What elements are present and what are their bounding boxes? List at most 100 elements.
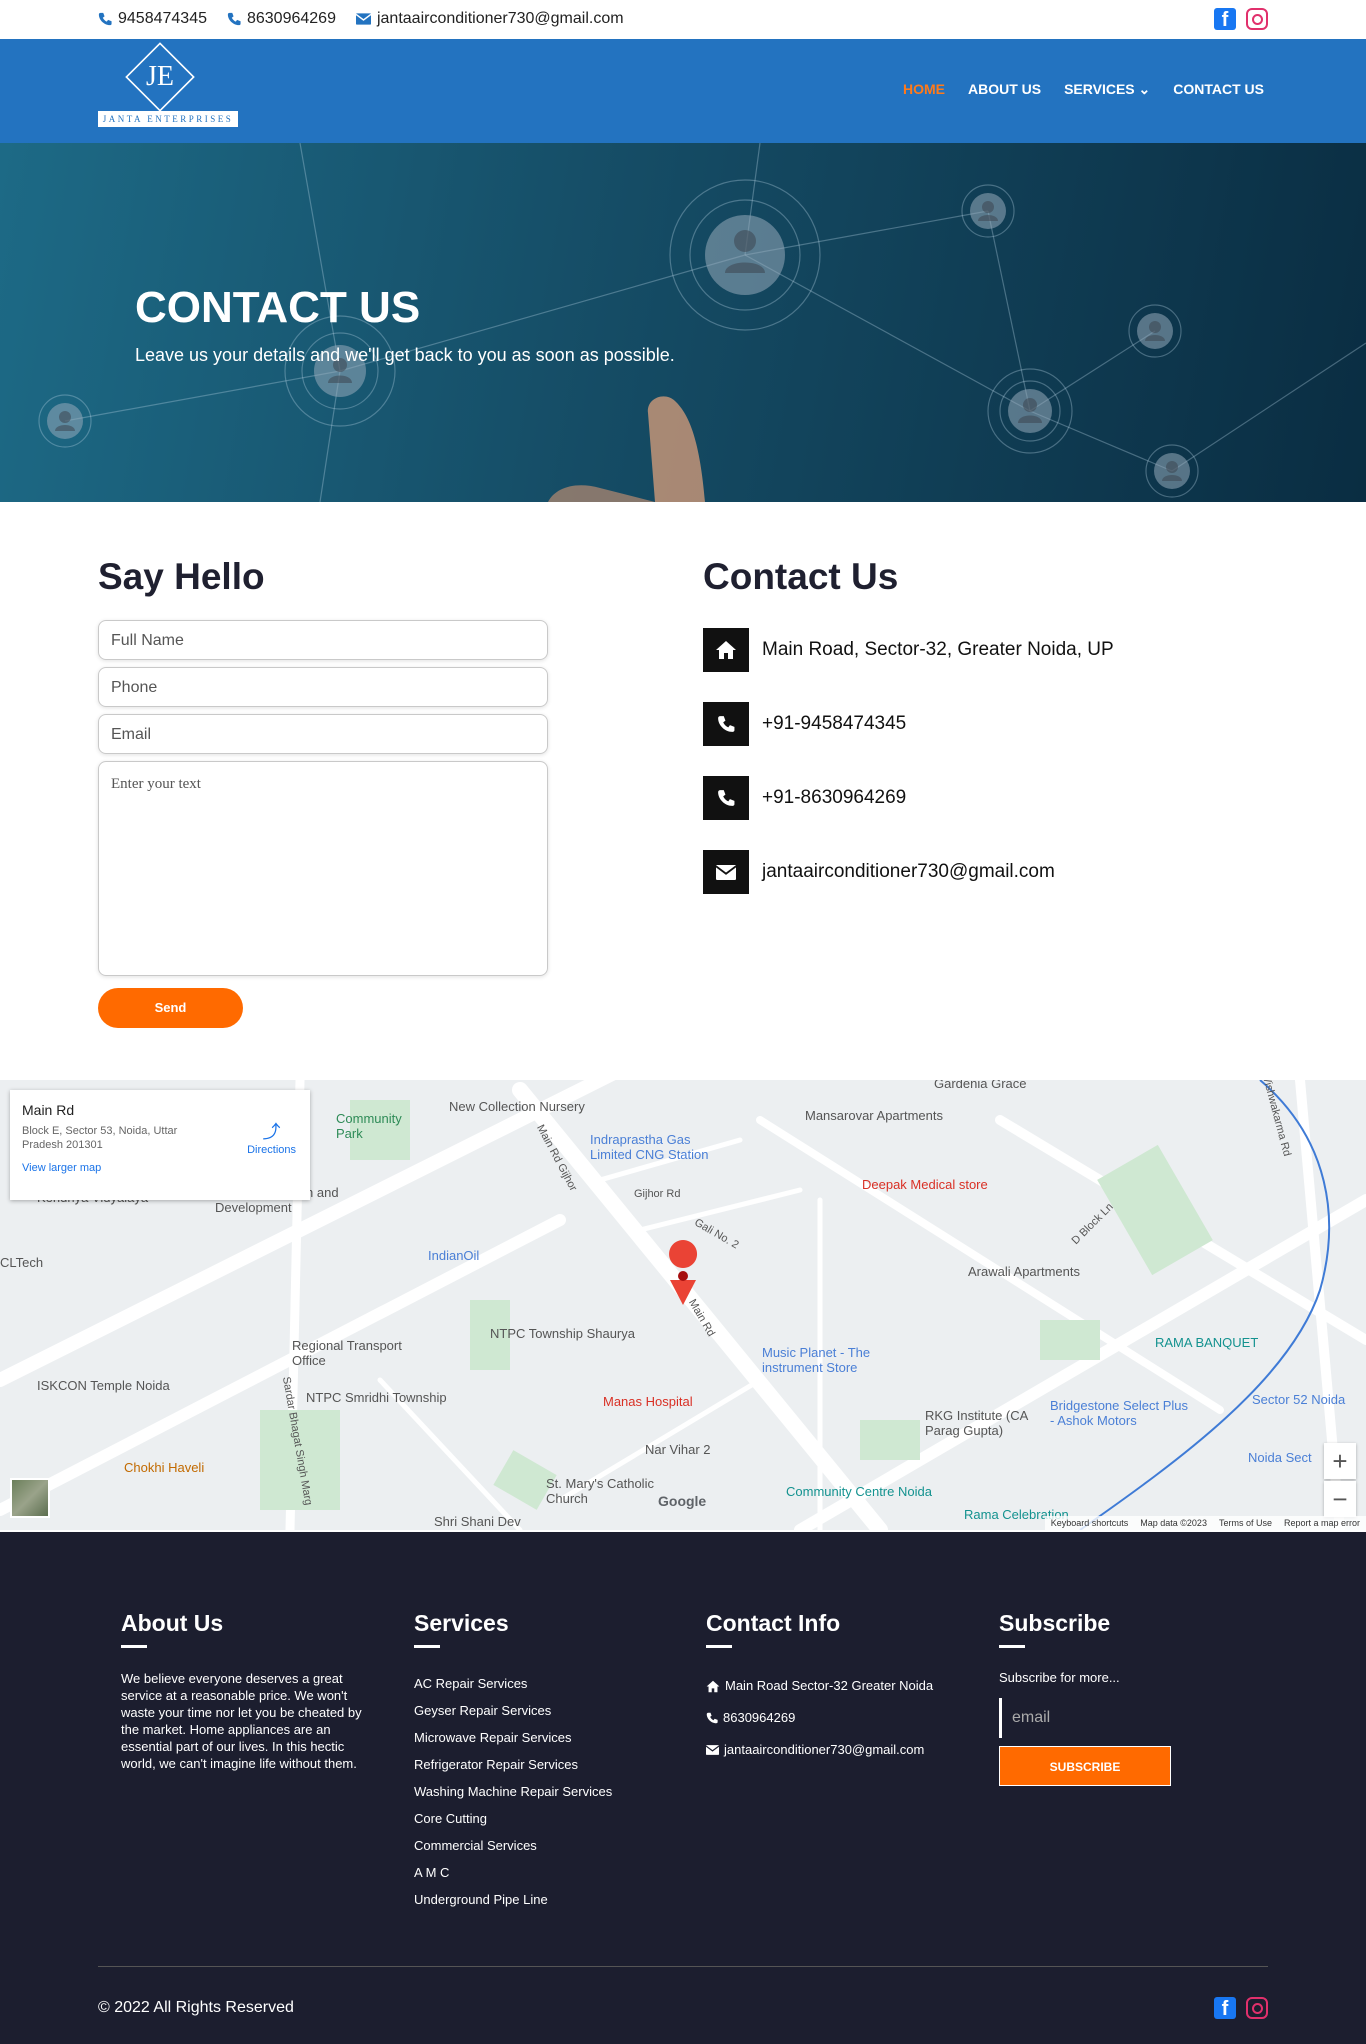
footer-contact: Contact Info Main Road Sector-32 Greater…: [706, 1610, 933, 1766]
map-footer-link[interactable]: Report a map error: [1284, 1518, 1360, 1528]
nav-home[interactable]: HOME: [903, 81, 945, 98]
envelope-icon: [355, 13, 371, 25]
facebook-icon[interactable]: f: [1214, 1997, 1236, 2019]
footer-about-text: We believe everyone deserves a great ser…: [121, 1671, 362, 1771]
send-button[interactable]: Send: [98, 988, 243, 1028]
map-label: Main Rd Gijhor: [534, 1122, 580, 1194]
satellite-toggle[interactable]: [10, 1478, 50, 1518]
full-name-input[interactable]: Full Name: [98, 620, 548, 660]
map-label: IndianOil: [428, 1248, 480, 1263]
contact-form: Say Hello Full Name Phone Email Enter yo…: [98, 556, 548, 1028]
logo[interactable]: JE JANTA ENTERPRISES: [98, 42, 238, 131]
footer-email[interactable]: jantaairconditioner730@gmail.com: [706, 1734, 933, 1766]
footer-service-link[interactable]: Geyser Repair Services: [414, 1697, 612, 1724]
map-label: NTPC Smridhi Township: [306, 1390, 447, 1405]
map-label: RAMA BANQUET: [1155, 1335, 1259, 1350]
map-label: Chokhi Haveli: [124, 1460, 205, 1475]
main-navbar: JE JANTA ENTERPRISES HOME ABOUT US SERVI…: [0, 39, 1366, 143]
top-phone-2[interactable]: 8630964269: [227, 10, 336, 28]
footer-phone-text: 8630964269: [723, 1710, 796, 1725]
footer-service-link[interactable]: Refrigerator Repair Services: [414, 1751, 612, 1778]
view-larger-map-link[interactable]: View larger map: [22, 1162, 298, 1174]
subscribe-button[interactable]: SUBSCRIBE: [999, 1746, 1171, 1786]
phone-icon: [703, 702, 749, 746]
footer-service-link[interactable]: Core Cutting: [414, 1805, 612, 1832]
footer-social: f: [1214, 1997, 1268, 2019]
nav-about[interactable]: ABOUT US: [968, 81, 1041, 98]
email-text[interactable]: jantaairconditioner730@gmail.com: [762, 861, 1055, 883]
zoom-out-button[interactable]: −: [1324, 1481, 1356, 1517]
footer-about: About Us We believe everyone deserves a …: [121, 1610, 371, 1772]
map-label: Gijhor Rd: [634, 1188, 681, 1200]
map-footer-link[interactable]: Terms of Use: [1219, 1518, 1272, 1528]
map-label: Bridgestone Select Plus - Ashok Motors: [1050, 1398, 1189, 1428]
heading-underline: [999, 1645, 1025, 1648]
footer-address-text: Main Road Sector-32 Greater Noida: [725, 1678, 934, 1693]
footer-address: Main Road Sector-32 Greater Noida: [706, 1670, 933, 1702]
chevron-down-icon: ⌄: [1134, 81, 1151, 97]
footer-service-link[interactable]: AC Repair Services: [414, 1670, 612, 1697]
address-row: Main Road, Sector-32, Greater Noida, UP: [703, 628, 1263, 672]
top-phone-1-text: 9458474345: [118, 10, 207, 27]
footer-email-text: jantaairconditioner730@gmail.com: [724, 1742, 925, 1757]
directions-button[interactable]: ⤴ Directions: [247, 1118, 296, 1156]
phone-icon: [227, 12, 241, 26]
message-textarea[interactable]: Enter your text: [98, 761, 548, 976]
directions-icon: ⤴: [262, 1122, 281, 1142]
nav-menu: HOME ABOUT US SERVICES ⌄ CONTACT US: [903, 81, 1264, 98]
email-input[interactable]: Email: [98, 714, 548, 754]
footer-service-link[interactable]: A M C: [414, 1859, 612, 1886]
top-phone-1[interactable]: 9458474345: [98, 10, 207, 28]
contact-info: Contact Us Main Road, Sector-32, Greater…: [703, 556, 1263, 894]
footer-phone[interactable]: 8630964269: [706, 1702, 933, 1734]
phone-row-2: +91-8630964269: [703, 776, 1263, 820]
footer-about-heading: About Us: [121, 1610, 224, 1636]
zoom-in-button[interactable]: +: [1324, 1443, 1356, 1479]
footer-subscribe: Subscribe Subscribe for more... email SU…: [999, 1610, 1171, 1786]
google-map[interactable]: New Collection Nursery Mansarovar Apartm…: [0, 1080, 1366, 1530]
heading-underline: [121, 1645, 147, 1648]
logo-name: JANTA ENTERPRISES: [98, 111, 238, 127]
hero-subtitle: Leave us your details and we'll get back…: [135, 345, 675, 365]
map-footer-link[interactable]: Keyboard shortcuts: [1051, 1518, 1129, 1528]
footer-service-link[interactable]: Washing Machine Repair Services: [414, 1778, 612, 1805]
nav-services-label: SERVICES: [1064, 81, 1135, 97]
footer-service-link[interactable]: Microwave Repair Services: [414, 1724, 612, 1751]
hero-banner: CONTACT US Leave us your details and we'…: [0, 143, 1366, 502]
instagram-icon[interactable]: [1246, 8, 1268, 30]
envelope-icon: [706, 1745, 719, 1755]
phone-icon: [706, 1712, 718, 1724]
subscribe-email-input[interactable]: email: [999, 1698, 1171, 1738]
map-label: Main Rd: [686, 1297, 717, 1339]
directions-label: Directions: [247, 1144, 296, 1156]
map-card-address: Block E, Sector 53, Noida, Uttar Pradesh…: [22, 1125, 178, 1151]
nav-contact[interactable]: CONTACT US: [1173, 81, 1264, 98]
map-label: D Block Ln: [1069, 1200, 1116, 1248]
map-label: Shri Shani Dev: [434, 1514, 521, 1529]
phone-2-text[interactable]: +91-8630964269: [762, 787, 906, 809]
home-icon: [706, 1680, 720, 1692]
heading-underline: [706, 1645, 732, 1648]
facebook-icon[interactable]: f: [1214, 8, 1236, 30]
logo-initials: JE: [146, 61, 174, 92]
phone-input[interactable]: Phone: [98, 667, 548, 707]
map-label: Community Centre Noida: [786, 1484, 932, 1499]
top-email[interactable]: jantaairconditioner730@gmail.com: [355, 10, 624, 28]
map-label: Regional Transport Office: [292, 1338, 402, 1368]
phone-1-text[interactable]: +91-9458474345: [762, 713, 906, 735]
map-label: Deepak Medical store: [862, 1177, 988, 1192]
form-heading: Say Hello: [98, 556, 265, 597]
instagram-icon[interactable]: [1246, 1997, 1268, 2019]
top-bar: 9458474345 8630964269 jantaairconditione…: [0, 0, 1366, 39]
top-contacts: 9458474345 8630964269 jantaairconditione…: [98, 10, 624, 28]
phone-icon: [98, 12, 112, 26]
phone-row-1: +91-9458474345: [703, 702, 1263, 746]
map-label: NTPC Township Shaurya: [490, 1326, 635, 1341]
footer-service-link[interactable]: Commercial Services: [414, 1832, 612, 1859]
footer-contact-heading: Contact Info: [706, 1610, 841, 1636]
nav-services[interactable]: SERVICES ⌄: [1064, 81, 1150, 98]
map-footer: Keyboard shortcuts Map data ©2023 Terms …: [1044, 1516, 1366, 1530]
footer-service-link[interactable]: Underground Pipe Line: [414, 1886, 612, 1913]
map-label: CLTech: [0, 1255, 44, 1270]
map-card-title: Main Rd: [22, 1102, 75, 1118]
